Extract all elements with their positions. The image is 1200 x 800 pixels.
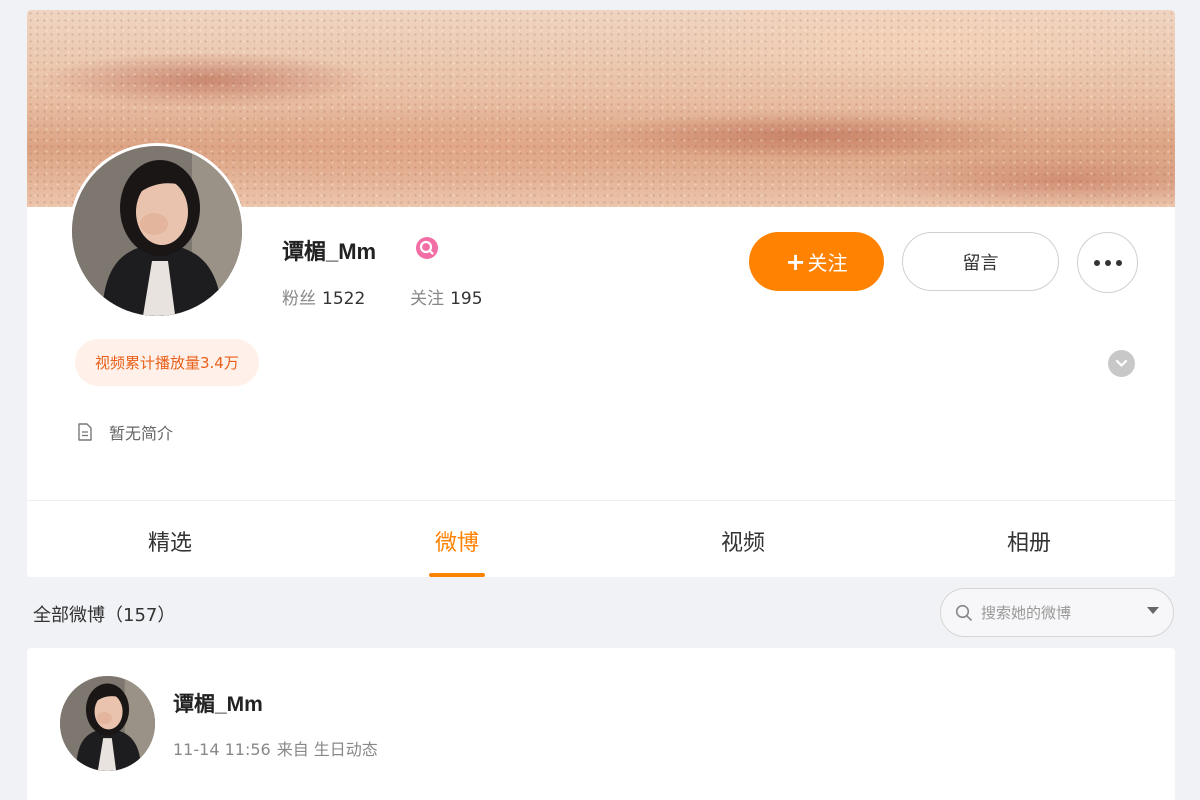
follow-button-label: 关注 — [807, 251, 848, 275]
bio-text: 暂无简介 — [109, 424, 174, 443]
post-source: 来自 生日动态 — [276, 740, 378, 759]
chevron-down-icon[interactable] — [1108, 350, 1135, 377]
more-dots-icon — [1093, 259, 1122, 266]
profile-page: 谭楣_Mm 粉丝 1522 关注 195 + 关注 留言 视频累计播放量3.4万… — [0, 0, 1200, 800]
post-time[interactable]: 11-14 11:56 — [173, 740, 271, 759]
post-author-name[interactable]: 谭楣_Mm — [173, 688, 263, 718]
user-name: 谭楣_Mm — [282, 239, 377, 264]
document-icon — [77, 423, 93, 441]
bio: 暂无简介 — [77, 420, 173, 444]
search-input[interactable]: 搜索她的微博 — [940, 588, 1174, 637]
video-play-count-badge[interactable]: 视频累计播放量3.4万 — [75, 339, 259, 386]
post-card: 谭楣_Mm 11-14 11:56 来自 生日动态 — [27, 648, 1175, 800]
following-label: 关注 — [410, 289, 445, 309]
fans-label: 粉丝 — [282, 289, 316, 309]
avatar[interactable] — [69, 143, 245, 319]
plus-icon: + — [785, 247, 806, 276]
fans-count: 1522 — [322, 289, 366, 309]
search-placeholder: 搜索她的微博 — [981, 604, 1072, 622]
tab-featured[interactable]: 精选 — [110, 525, 230, 557]
follow-button[interactable]: + 关注 — [749, 232, 884, 291]
message-button[interactable]: 留言 — [902, 232, 1059, 291]
profile-stats: 粉丝 1522 关注 195 — [282, 284, 483, 309]
all-weibo-count: 全部微博（157） — [33, 605, 176, 626]
profile-card: 谭楣_Mm 粉丝 1522 关注 195 + 关注 留言 视频累计播放量3.4万… — [27, 10, 1175, 577]
caret-down-icon[interactable] — [1147, 607, 1159, 615]
verified-badge-icon[interactable] — [416, 237, 438, 259]
post-meta: 11-14 11:56 来自 生日动态 — [173, 736, 378, 760]
following-count: 195 — [450, 289, 483, 309]
fans-link[interactable]: 粉丝 1522 — [282, 289, 371, 309]
more-button[interactable] — [1077, 232, 1138, 293]
active-tab-indicator — [429, 573, 485, 577]
post-avatar[interactable] — [60, 676, 155, 771]
message-button-label: 留言 — [962, 252, 999, 274]
following-link[interactable]: 关注 195 — [405, 289, 483, 309]
tabs-divider — [27, 500, 1175, 501]
search-icon — [955, 604, 972, 621]
tab-albums[interactable]: 相册 — [969, 525, 1089, 557]
tab-videos[interactable]: 视频 — [683, 525, 803, 557]
tab-weibo[interactable]: 微博 — [397, 525, 517, 557]
